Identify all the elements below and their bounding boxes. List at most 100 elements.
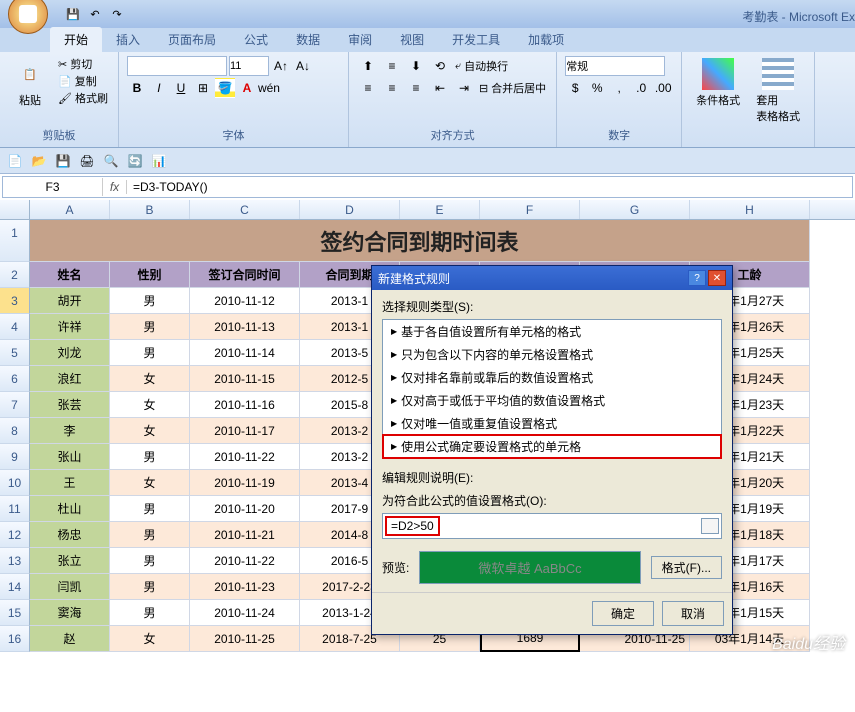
align-top-icon[interactable]: ⬆ [357,56,379,76]
cell-name[interactable]: 王 [30,470,110,496]
row-number[interactable]: 3 [0,288,30,314]
cell-gender[interactable]: 男 [110,496,190,522]
preview-icon[interactable]: 🔍 [100,150,122,172]
cell-sign-date[interactable]: 2010-11-16 [190,392,300,418]
cell-name[interactable]: 张芸 [30,392,110,418]
cell-sign-date[interactable]: 2010-11-13 [190,314,300,340]
fill-color-button[interactable]: 🪣 [215,78,235,98]
cell-gender[interactable]: 女 [110,392,190,418]
help-icon[interactable]: ? [688,270,706,286]
undo-icon[interactable]: ↶ [86,5,104,23]
tab-view[interactable]: 视图 [386,27,438,52]
cell-gender[interactable]: 男 [110,574,190,600]
cell-name[interactable]: 杜山 [30,496,110,522]
row-number[interactable]: 13 [0,548,30,574]
tab-formulas[interactable]: 公式 [230,27,282,52]
cell-gender[interactable]: 男 [110,548,190,574]
save-icon[interactable]: 💾 [64,5,82,23]
border-button[interactable]: ⊞ [193,78,213,98]
cell-sign-date[interactable]: 2010-11-19 [190,470,300,496]
cell-gender[interactable]: 女 [110,366,190,392]
cancel-button[interactable]: 取消 [662,601,724,626]
tab-home[interactable]: 开始 [50,27,102,52]
merge-center-button[interactable]: ⊟合并后居中 [477,80,548,96]
align-bottom-icon[interactable]: ⬇ [405,56,427,76]
chart-icon[interactable]: 📊 [148,150,170,172]
col-header[interactable]: A [30,200,110,219]
rule-formula-input[interactable]: =D2>50 [385,516,440,536]
orientation-icon[interactable]: ⟲ [429,56,451,76]
cell-name[interactable]: 闫凯 [30,574,110,600]
cell-sign-date[interactable]: 2010-11-25 [190,626,300,652]
align-middle-icon[interactable]: ≡ [381,56,403,76]
align-center-icon[interactable]: ≡ [381,78,403,98]
col-header[interactable]: G [580,200,690,219]
col-header[interactable]: F [480,200,580,219]
cell-sign-date[interactable]: 2010-11-17 [190,418,300,444]
cell-gender[interactable]: 男 [110,340,190,366]
cell-gender[interactable]: 男 [110,522,190,548]
copy-button[interactable]: 📄复制 [56,73,110,89]
format-button[interactable]: 格式(F)... [651,556,722,579]
row-number[interactable]: 15 [0,600,30,626]
row-number[interactable]: 5 [0,340,30,366]
tab-dev[interactable]: 开发工具 [438,27,514,52]
range-picker-icon[interactable] [701,518,719,534]
new-icon[interactable]: 📄 [4,150,26,172]
indent-dec-icon[interactable]: ⇤ [429,78,451,98]
rule-type-item-selected[interactable]: 使用公式确定要设置格式的单元格 [383,435,721,458]
cell-name[interactable]: 张山 [30,444,110,470]
close-icon[interactable]: ✕ [708,270,726,286]
sheet-title[interactable]: 签约合同到期时间表 [30,220,810,262]
dialog-title-bar[interactable]: 新建格式规则 ? ✕ [372,266,732,290]
row-number[interactable]: 14 [0,574,30,600]
ok-button[interactable]: 确定 [592,601,654,626]
cell-gender[interactable]: 男 [110,444,190,470]
rule-type-item[interactable]: 仅对排名靠前或靠后的数值设置格式 [383,366,721,389]
tab-data[interactable]: 数据 [282,27,334,52]
tab-insert[interactable]: 插入 [102,27,154,52]
rule-type-item[interactable]: 仅对唯一值或重复值设置格式 [383,412,721,435]
paste-button[interactable]: 📋 粘贴 [8,56,52,110]
underline-button[interactable]: U [171,78,191,98]
cell-name[interactable]: 赵 [30,626,110,652]
row-number[interactable]: 11 [0,496,30,522]
row-number[interactable]: 2 [0,262,30,288]
row-number[interactable]: 7 [0,392,30,418]
col-header[interactable]: B [110,200,190,219]
cell-name[interactable]: 许祥 [30,314,110,340]
header-cell[interactable]: 性别 [110,262,190,288]
cell-name[interactable]: 刘龙 [30,340,110,366]
name-box[interactable]: F3 [3,178,103,196]
table-format-button[interactable]: 套用 表格格式 [750,56,806,126]
open-icon[interactable]: 📂 [28,150,50,172]
row-number[interactable]: 6 [0,366,30,392]
cell-sign-date[interactable]: 2010-11-22 [190,548,300,574]
conditional-format-button[interactable]: 条件格式 [690,56,746,110]
inc-decimal-icon[interactable]: .0 [631,78,651,98]
cell-sign-date[interactable]: 2010-11-21 [190,522,300,548]
tab-addins[interactable]: 加载项 [514,27,578,52]
fx-icon[interactable]: fx [103,180,127,194]
bold-button[interactable]: B [127,78,147,98]
row-number[interactable]: 1 [0,220,30,262]
cell-sign-date[interactable]: 2010-11-22 [190,444,300,470]
row-number[interactable]: 4 [0,314,30,340]
cell-name[interactable]: 李 [30,418,110,444]
col-header[interactable]: E [400,200,480,219]
comma-icon[interactable]: , [609,78,629,98]
header-cell[interactable]: 签订合同时间 [190,262,300,288]
tab-review[interactable]: 审阅 [334,27,386,52]
italic-button[interactable]: I [149,78,169,98]
col-header[interactable]: C [190,200,300,219]
row-number[interactable]: 8 [0,418,30,444]
cell-gender[interactable]: 女 [110,470,190,496]
number-format-select[interactable] [565,56,665,76]
row-number[interactable]: 16 [0,626,30,652]
print-icon[interactable]: 🖨 [76,150,98,172]
font-family-select[interactable] [127,56,227,76]
indent-inc-icon[interactable]: ⇥ [453,78,475,98]
cell-gender[interactable]: 女 [110,418,190,444]
increase-font-icon[interactable]: A↑ [271,56,291,76]
tab-layout[interactable]: 页面布局 [154,27,230,52]
